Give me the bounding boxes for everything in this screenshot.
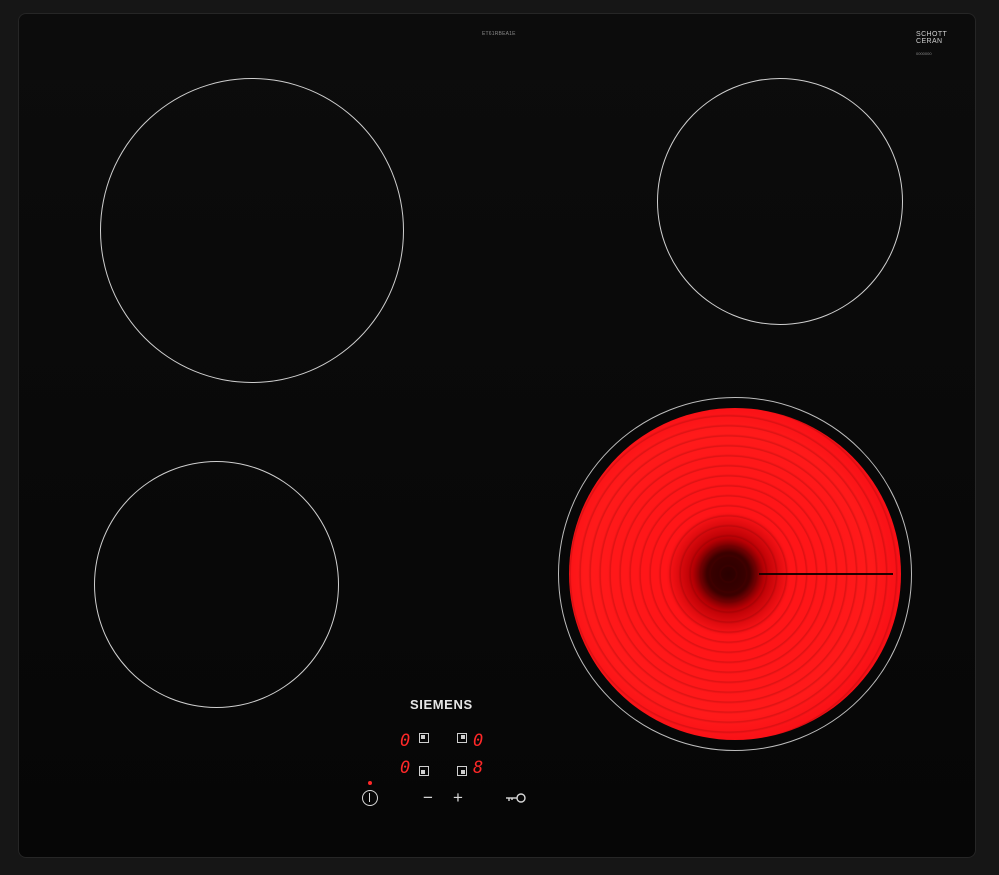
zone-display-front-left: 0: [400, 758, 411, 778]
minus-icon[interactable]: −: [420, 789, 436, 807]
zone-display-rear-right: 0: [473, 731, 484, 751]
power-icon[interactable]: [362, 790, 378, 806]
model-code: ET61RBEA1E: [482, 31, 516, 37]
rear-left-cooking-zone: [100, 78, 404, 383]
zone-display-front-right: 8: [473, 758, 484, 778]
zone-rear-right-icon[interactable]: [457, 733, 467, 743]
front-left-cooking-zone: [94, 461, 339, 708]
schott-ceran-logo: SCHOTT CERAN 0000000: [916, 31, 964, 57]
siemens-logo: SIEMENS: [410, 697, 473, 712]
heating-coil-seam: [759, 573, 893, 575]
zone-rear-left-icon[interactable]: [419, 733, 429, 743]
key-lock-svg: [506, 793, 526, 803]
key-lock-icon[interactable]: [505, 789, 527, 807]
zone-front-left-icon[interactable]: [419, 766, 429, 776]
rear-right-cooking-zone: [657, 78, 903, 325]
power-indicator-led: [368, 781, 372, 785]
schott-logo-line: SCHOTT: [916, 31, 948, 38]
zone-front-right-icon[interactable]: [457, 766, 467, 776]
ceran-logo-subline: 0000000: [916, 51, 932, 56]
plus-icon[interactable]: +: [450, 789, 466, 807]
zone-display-rear-left: 0: [400, 731, 411, 751]
ceran-logo-line: CERAN: [916, 38, 943, 45]
